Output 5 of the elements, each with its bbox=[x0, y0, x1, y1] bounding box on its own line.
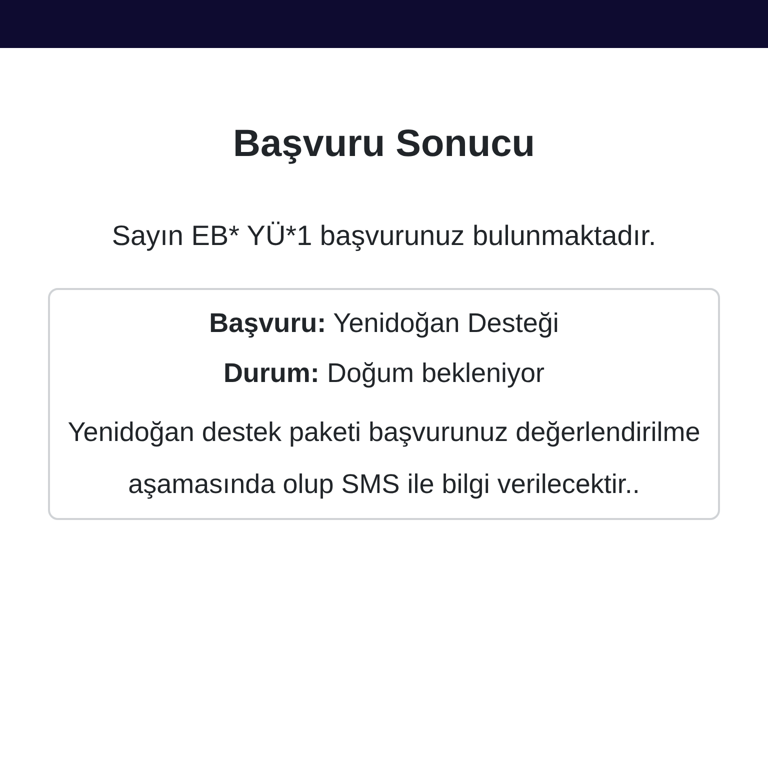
info-line: Durum: Doğum bekleniyor bbox=[223, 357, 545, 390]
page-title: Başvuru Sonucu bbox=[233, 122, 535, 167]
info-line: Başvuru: Yenidoğan Desteği bbox=[209, 307, 559, 340]
result-message: Sayın EB* YÜ*1 başvurunuz bulunmaktadır. bbox=[112, 219, 656, 253]
info-note: Yenidoğan destek paketi başvurunuz değerlendirilme aşamasında olup SMS ile bilgi verilecektir.. bbox=[66, 416, 702, 501]
